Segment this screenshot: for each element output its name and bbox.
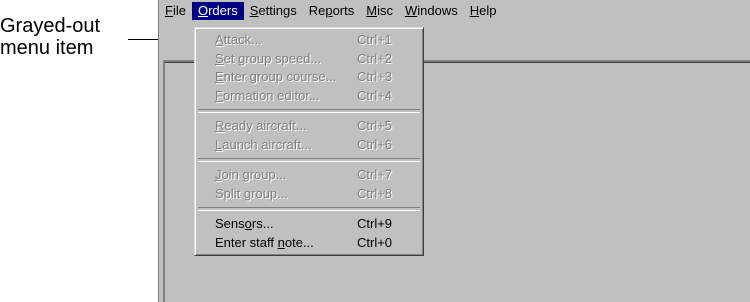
menu-item-formation-editor-shortcut: Ctrl+4 — [357, 87, 393, 103]
menu-item-attack-shortcut: Ctrl+1 — [357, 32, 393, 47]
callout-label: Grayed-out menu item — [0, 15, 140, 59]
menu-item-attack-label: Attack... — [215, 31, 262, 50]
menu-help-access-key: H — [469, 3, 480, 18]
callout-line-2: menu item — [0, 37, 94, 59]
menu-item-enter-staff-note[interactable]: Enter staff note... Ctrl+0 — [197, 234, 421, 253]
menu-item-launch-aircraft-shortcut: Ctrl+6 — [357, 136, 393, 152]
menu-item-enter-staff-note-text-post: ote... — [284, 234, 314, 250]
menu-item-launch-aircraft-text-post: aunch aircraft... — [222, 136, 312, 152]
menu-windows-access-key: W — [404, 3, 418, 18]
menu-settings-text-post: ettings — [258, 3, 297, 18]
menu-windows[interactable]: Windows — [399, 2, 464, 20]
menu-item-enter-group-course-label: Enter group course... — [215, 68, 336, 87]
menu-file-access-key: F — [165, 3, 173, 18]
menu-help-text-post: elp — [479, 3, 497, 18]
menu-help[interactable]: Help — [464, 2, 503, 20]
menu-settings[interactable]: Settings — [244, 2, 303, 20]
menu-reports-text-pre: Re — [308, 3, 326, 18]
menu-misc-access-key: M — [366, 3, 378, 18]
menu-item-set-group-speed: Set group speed... Ctrl+2 — [197, 50, 421, 69]
menu-item-attack: Attack... Ctrl+1 — [197, 31, 421, 50]
menu-item-join-group-shortcut: Ctrl+7 — [357, 167, 393, 182]
menu-misc[interactable]: Misc — [360, 2, 399, 20]
menu-item-enter-group-course-text-post: nter group course... — [223, 69, 337, 84]
menu-item-launch-aircraft: Launch aircraft... Ctrl+6 — [197, 136, 421, 155]
menu-item-formation-editor-text-post: ormation editor... — [222, 87, 320, 103]
menu-item-formation-editor-access-key: F — [215, 87, 223, 103]
menu-item-ready-aircraft: Ready aircraft... Ctrl+5 — [197, 117, 421, 136]
menu-item-launch-aircraft-label: Launch aircraft... — [215, 136, 312, 155]
menu-item-split-group-text-pre: Split — [215, 185, 244, 201]
menu-item-ready-aircraft-access-key: R — [215, 118, 225, 133]
menu-item-sensors-label: Sensors... — [215, 215, 274, 234]
menu-item-set-group-speed-text-post: et group speed... — [223, 50, 322, 66]
menu-bar: File Orders Settings Reports Misc Windows Help — [159, 0, 750, 22]
menu-item-formation-editor: Formation editor... Ctrl+4 — [197, 87, 421, 106]
menu-item-enter-group-course-shortcut: Ctrl+3 — [357, 69, 393, 84]
menu-item-sensors-text-post: rs... — [251, 216, 274, 231]
menu-item-join-group-label: Join group... — [215, 166, 287, 185]
menu-orders-access-key: O — [197, 3, 209, 18]
menu-item-enter-staff-note-label: Enter staff note... — [215, 234, 314, 253]
menu-item-sensors-text-pre: Sens — [215, 216, 245, 231]
orders-dropdown-menu: Attack... Ctrl+1 Set group speed... Ctrl+2 E… — [194, 27, 424, 256]
menu-item-split-group-text-post: roup... — [251, 185, 288, 201]
menu-item-join-group: Join group... Ctrl+7 — [197, 166, 421, 185]
menu-item-formation-editor-label: Formation editor... — [215, 87, 320, 106]
menu-item-enter-staff-note-access-key: n — [277, 234, 285, 250]
menu-orders[interactable]: Orders — [191, 2, 244, 20]
menu-item-enter-staff-note-text-pre: Enter staff — [215, 234, 278, 250]
menu-item-sensors-shortcut: Ctrl+9 — [357, 216, 393, 231]
menu-item-sensors[interactable]: Sensors... Ctrl+9 — [197, 215, 421, 234]
menu-file-text-post: ile — [172, 3, 186, 18]
menu-item-enter-group-course: Enter group course... Ctrl+3 — [197, 68, 421, 87]
menu-item-ready-aircraft-text-post: eady aircraft... — [224, 118, 307, 133]
callout-line-1: Grayed-out — [0, 15, 101, 37]
menu-item-ready-aircraft-label: Ready aircraft... — [215, 117, 307, 136]
menu-item-split-group: Split group... Ctrl+8 — [197, 185, 421, 204]
menu-item-join-group-text-post: oin group... — [221, 167, 287, 182]
menu-item-split-group-shortcut: Ctrl+8 — [357, 185, 393, 201]
menu-misc-text-post: isc — [377, 3, 393, 18]
menu-item-ready-aircraft-shortcut: Ctrl+5 — [357, 118, 393, 133]
menu-item-attack-access-key: A — [215, 32, 224, 47]
menu-item-set-group-speed-shortcut: Ctrl+2 — [357, 50, 393, 66]
menu-item-enter-group-course-access-key: E — [215, 69, 224, 84]
menu-reports-access-key: p — [325, 3, 333, 18]
menu-item-set-group-speed-label: Set group speed... — [215, 50, 321, 69]
menu-separator — [198, 207, 420, 211]
menu-item-split-group-label: Split group... — [215, 185, 288, 204]
menu-item-attack-text-post: ttack... — [223, 32, 262, 47]
menu-windows-text-post: indows — [417, 3, 458, 18]
menu-item-sensors-access-key: o — [244, 216, 252, 231]
menu-item-set-group-speed-access-key: S — [215, 50, 224, 66]
menu-orders-text-post: rders — [208, 3, 238, 18]
menu-separator — [198, 158, 420, 162]
menu-reports-text-post: orts — [332, 3, 355, 18]
menu-separator — [198, 109, 420, 113]
menu-item-enter-staff-note-shortcut: Ctrl+0 — [357, 234, 393, 250]
menu-reports[interactable]: Reports — [303, 2, 361, 20]
menu-file[interactable]: File — [159, 2, 192, 20]
